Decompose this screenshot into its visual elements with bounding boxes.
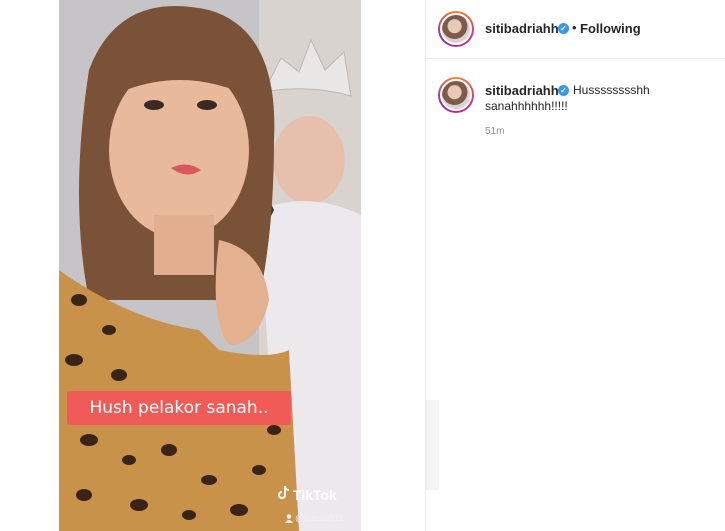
left-margin (0, 0, 59, 531)
video-caption-overlay: Hush pelakor sanah.. (67, 391, 291, 425)
tiktok-watermark: TikTok (293, 487, 337, 503)
user-icon (285, 514, 293, 523)
gap-area (361, 0, 425, 531)
tiktok-handle: @krissiti911 (295, 513, 344, 523)
post-details-panel: sitibadriahh ✓ • Following sitibadriahh … (426, 0, 725, 531)
avatar[interactable] (438, 77, 474, 113)
verified-badge-icon: ✓ (558, 85, 569, 96)
avatar[interactable] (438, 11, 474, 47)
username-link[interactable]: sitibadriahh (485, 21, 559, 36)
video-frame (59, 0, 361, 531)
following-button[interactable]: Following (580, 21, 641, 36)
caption-text-line1: Husssssssshh (573, 83, 650, 97)
post-timestamp[interactable]: 51m (485, 126, 504, 137)
caption-text-line2: sanahhhhhh!!!!! (485, 99, 568, 113)
verified-badge-icon: ✓ (558, 23, 569, 34)
caption-username-link[interactable]: sitibadriahh (485, 83, 559, 98)
caption-comment: sitibadriahh ✓ Husssssssshh sanahhhhhh!!… (426, 60, 725, 150)
post-header: sitibadriahh ✓ • Following (426, 0, 725, 59)
video-post-media[interactable]: Hush pelakor sanah.. TikTok @krissiti911 (59, 0, 361, 531)
tiktok-note-icon (278, 486, 289, 499)
separator-dot: • (572, 20, 577, 35)
